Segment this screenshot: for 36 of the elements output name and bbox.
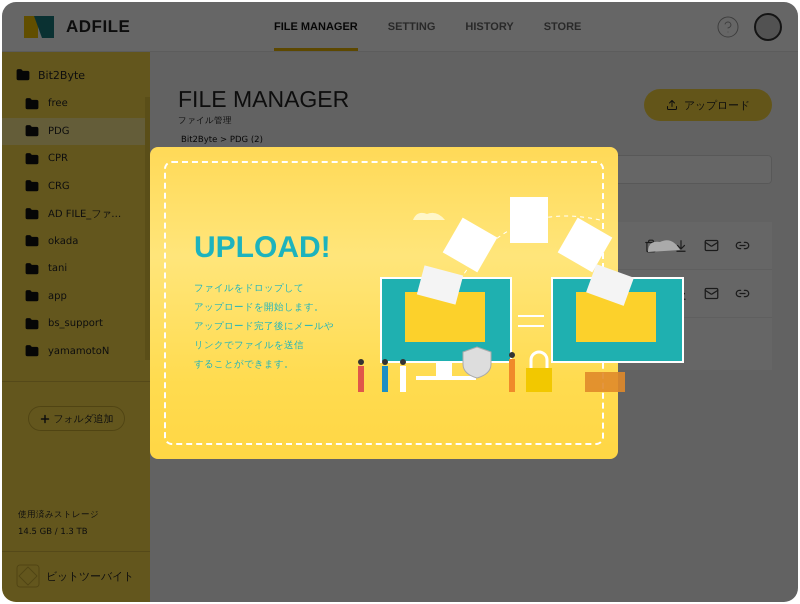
add-folder-button[interactable]: フォルダ追加 <box>28 406 124 431</box>
company-name: ビットツーバイト <box>46 568 134 584</box>
upload-button[interactable]: アップロード <box>644 89 772 121</box>
nav-tab[interactable]: STORE <box>544 2 582 51</box>
upload-description: ファイルをドロップして アップロードを開始します。 アップロード完了後にメールや リンクでファイルを送信 することができます。 <box>194 282 334 372</box>
nav-tab[interactable]: FILE MANAGER <box>274 2 358 51</box>
folder-icon <box>25 234 39 248</box>
logo-icon <box>24 16 54 38</box>
folder-icon <box>25 124 39 138</box>
folder-icon <box>25 344 39 358</box>
help-icon[interactable] <box>716 14 740 38</box>
folder-icon <box>25 316 39 331</box>
nav-tab[interactable]: SETTING <box>388 2 436 51</box>
mail-icon[interactable] <box>704 238 719 253</box>
download-icon[interactable] <box>674 238 688 252</box>
storage-label: 使用済みストレージ <box>18 508 100 522</box>
nav-tab[interactable]: HISTORY <box>465 2 514 51</box>
page-title: FILE MANAGER <box>178 86 350 113</box>
root-folder-label[interactable]: Bit2Byte <box>38 68 86 82</box>
folder-icon <box>25 206 39 221</box>
page-subtitle: ファイル管理 <box>178 115 233 127</box>
breadcrumb[interactable]: Bit2Byte > PDG (2) <box>181 135 772 145</box>
upload-icon <box>666 99 678 111</box>
upload-heading: UPLOAD! <box>194 231 331 265</box>
mail-icon[interactable] <box>704 286 719 301</box>
plus-icon <box>38 412 50 424</box>
scrollbar[interactable] <box>145 97 150 360</box>
avatar[interactable] <box>754 12 782 40</box>
folder-icon <box>16 68 30 82</box>
logo-text: ADFILE <box>66 16 130 36</box>
folder-icon <box>25 96 39 111</box>
folder-icon <box>25 179 39 194</box>
folder-icon <box>25 152 39 166</box>
folder-icon <box>25 262 39 276</box>
storage-value: 14.5 GB / 1.3 TB <box>18 526 89 539</box>
folder-icon <box>25 289 39 304</box>
